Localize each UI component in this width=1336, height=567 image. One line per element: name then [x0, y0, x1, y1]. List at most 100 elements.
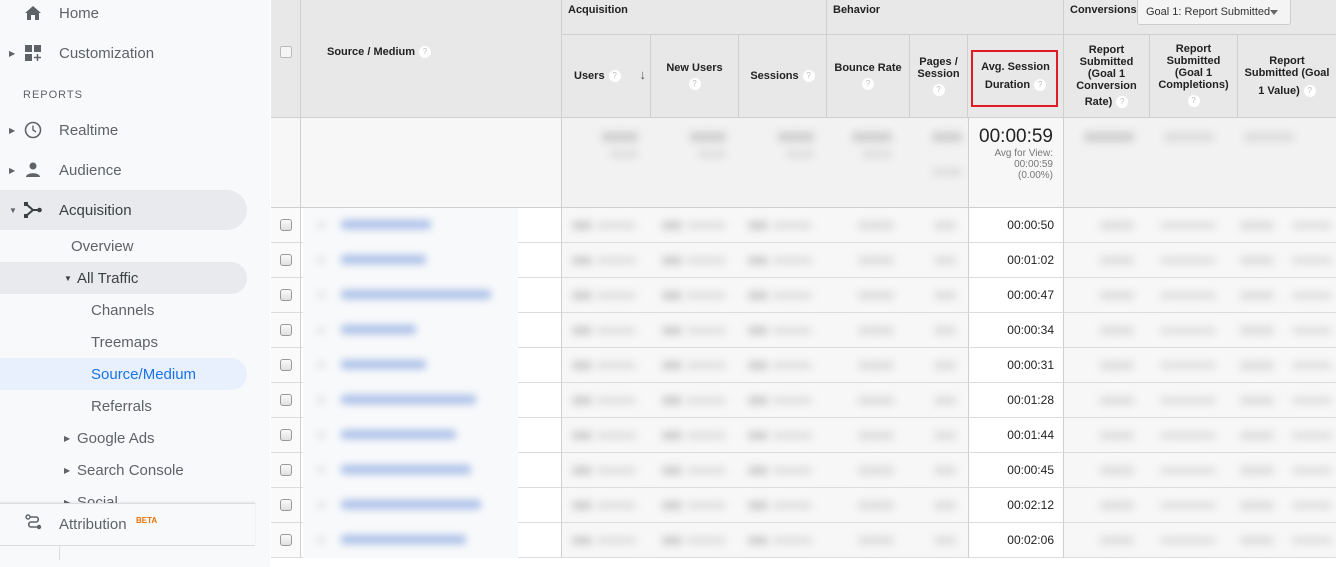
row-checkbox[interactable] — [279, 534, 292, 546]
source-medium-cell[interactable] — [301, 243, 562, 278]
sidebar-item-acquisition[interactable]: ▼ Acquisition — [0, 190, 247, 230]
avg-session-duration-cell: 00:00:31 — [968, 348, 1064, 383]
row-checkbox-cell — [271, 313, 301, 348]
row-index-blurred — [317, 222, 325, 228]
avg-session-duration-value: 00:00:45 — [1007, 463, 1054, 477]
goal-selector-dropdown[interactable]: Goal 1: Report Submitted — [1137, 0, 1291, 25]
avg-session-duration-cell: 00:01:02 — [968, 243, 1064, 278]
sidebar-item-attribution[interactable]: Attribution BETA — [0, 503, 255, 545]
source-medium-cell[interactable] — [301, 488, 562, 523]
source-medium-link-blurred[interactable] — [341, 395, 476, 404]
row-checkbox-cell — [271, 453, 301, 488]
help-icon[interactable]: ? — [608, 70, 621, 83]
column-header-goal1-value[interactable]: Report Submitted (Goal 1 Value)? — [1238, 35, 1336, 118]
conversions-blurred — [1064, 418, 1336, 453]
metrics-blurred — [562, 243, 968, 278]
sidebar-item-customization[interactable]: ▶ Customization — [0, 33, 247, 73]
source-medium-link-blurred[interactable] — [341, 430, 456, 439]
sidebar-item-referrals[interactable]: Referrals — [0, 390, 247, 422]
sidebar-item-search-console[interactable]: ▶ Search Console — [0, 454, 247, 486]
row-checkbox[interactable] — [279, 254, 292, 266]
help-icon[interactable]: ? — [688, 78, 701, 90]
source-medium-link-blurred[interactable] — [341, 290, 491, 299]
column-header-label: Rate) — [1084, 95, 1113, 108]
totals-metrics-blurred — [562, 118, 968, 208]
row-checkbox[interactable] — [279, 429, 292, 441]
help-icon[interactable]: ? — [932, 84, 945, 96]
row-checkbox-cell — [271, 523, 301, 558]
source-medium-link-blurred[interactable] — [341, 500, 481, 509]
source-medium-cell[interactable] — [301, 313, 562, 348]
row-checkbox[interactable] — [279, 394, 292, 406]
source-medium-cell[interactable] — [301, 453, 562, 488]
column-header-label: New Users — [666, 62, 723, 74]
sidebar-item-label: Acquisition — [59, 201, 132, 219]
highlight-annotation-box — [971, 50, 1058, 107]
column-header-bounce-rate[interactable]: Bounce Rate ? — [827, 35, 910, 118]
sidebar-item-overview[interactable]: Overview — [0, 230, 247, 262]
row-checkbox[interactable] — [279, 359, 292, 371]
row-checkbox[interactable] — [279, 289, 292, 301]
source-medium-table: Source / Medium ? Acquisition Behavior C… — [271, 0, 1336, 560]
row-index-blurred — [317, 432, 325, 438]
column-header-sessions[interactable]: Sessions? — [739, 35, 827, 118]
column-header-new-users[interactable]: New Users ? — [651, 35, 739, 118]
sidebar-item-treemaps[interactable]: Treemaps — [0, 326, 247, 358]
source-medium-cell[interactable] — [301, 348, 562, 383]
sidebar-item-all-traffic[interactable]: ▼ All Traffic — [0, 262, 247, 294]
row-checkbox-cell — [271, 278, 301, 313]
conversions-blurred — [1064, 278, 1336, 313]
row-checkbox[interactable] — [279, 499, 292, 511]
sidebar-item-realtime[interactable]: ▶ Realtime — [0, 110, 247, 150]
column-header-goal1-conversion-rate[interactable]: Report Submitted (Goal 1 Conversion Rate… — [1064, 35, 1150, 118]
source-medium-link-blurred[interactable] — [341, 465, 471, 474]
sort-descending-icon[interactable]: ↓ — [640, 68, 647, 81]
table-row: 00:00:31 — [271, 348, 1336, 383]
row-checkbox-cell — [271, 348, 301, 383]
source-medium-cell[interactable] — [301, 278, 562, 313]
source-medium-link-blurred[interactable] — [341, 535, 466, 544]
source-medium-link-blurred[interactable] — [341, 360, 426, 369]
column-header-goal1-completions[interactable]: Report Submitted (Goal 1 Completions) ? — [1150, 35, 1238, 118]
avg-session-duration-value: 00:00:47 — [1007, 288, 1054, 302]
column-header-label: Submitted — [1079, 55, 1134, 68]
row-checkbox[interactable] — [279, 219, 292, 231]
sidebar-item-channels[interactable]: Channels — [0, 294, 247, 326]
select-all-header — [271, 0, 301, 118]
sidebar-item-label: Referrals — [91, 397, 152, 415]
row-index-blurred — [317, 502, 325, 508]
column-header-pages-session[interactable]: Pages / Session ? — [910, 35, 968, 118]
conversions-blurred — [1064, 208, 1336, 243]
home-icon — [23, 3, 43, 23]
column-header-users[interactable]: Users? ↓ — [562, 35, 651, 118]
source-medium-link-blurred[interactable] — [341, 325, 416, 334]
sidebar-item-google-ads[interactable]: ▶ Google Ads — [0, 422, 247, 454]
row-checkbox-cell — [271, 488, 301, 523]
sidebar-item-audience[interactable]: ▶ Audience — [0, 150, 247, 190]
help-icon[interactable]: ? — [862, 78, 874, 90]
row-checkbox[interactable] — [279, 464, 292, 476]
source-medium-cell[interactable] — [301, 383, 562, 418]
metrics-blurred — [562, 348, 968, 383]
source-medium-cell[interactable] — [301, 523, 562, 558]
avg-session-duration-cell: 00:00:47 — [968, 278, 1064, 313]
help-icon[interactable]: ? — [1187, 95, 1200, 107]
metrics-blurred — [562, 418, 968, 453]
source-medium-link-blurred[interactable] — [341, 220, 431, 229]
help-icon[interactable]: ? — [1303, 85, 1316, 98]
sidebar-item-label: Realtime — [59, 121, 119, 139]
conversions-blurred — [1064, 243, 1336, 278]
column-header-label: Report — [1269, 54, 1305, 67]
source-medium-cell[interactable] — [301, 418, 562, 453]
help-icon[interactable]: ? — [419, 45, 432, 58]
source-medium-link-blurred[interactable] — [341, 255, 426, 264]
sidebar-item-source-medium[interactable]: Source/Medium — [0, 358, 247, 390]
conversions-blurred — [1064, 348, 1336, 383]
select-all-checkbox[interactable] — [279, 45, 292, 58]
sidebar-item-home[interactable]: Home — [0, 0, 247, 33]
column-header-source-medium[interactable]: Source / Medium ? — [301, 0, 562, 118]
source-medium-cell[interactable] — [301, 208, 562, 243]
help-icon[interactable]: ? — [802, 70, 815, 83]
help-icon[interactable]: ? — [1116, 96, 1129, 109]
row-checkbox[interactable] — [279, 324, 292, 336]
